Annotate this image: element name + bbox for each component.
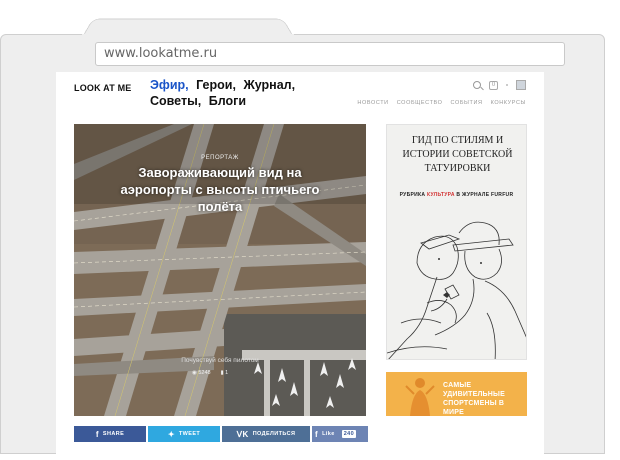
nav-item-blogs[interactable]: Блоги (209, 94, 246, 108)
facebook-icon: f (315, 429, 319, 439)
hero-title[interactable]: Завораживающий вид на аэропорты с высоты… (114, 164, 326, 215)
page-viewport: LOOK AT ME Эфир, Герои, Журнал, Советы, … (56, 72, 544, 454)
vk-share-label: ПОДЕЛИТЬСЯ (252, 431, 296, 437)
facebook-share-button[interactable]: f SHARE (74, 426, 146, 442)
like-count: 240 (341, 430, 357, 438)
nav-item-efir[interactable]: Эфир, (150, 78, 189, 92)
rubric-prefix: РУБРИКА (399, 192, 427, 198)
tab-join (82, 34, 294, 38)
site-logo[interactable]: LOOK AT ME (74, 83, 132, 93)
like-label: Like (322, 431, 335, 437)
sailors-illustration (387, 221, 526, 359)
subnav-item-news[interactable]: НОВОСТИ (357, 100, 388, 106)
header-icons: 0 (473, 80, 526, 90)
twitter-bird-icon: ✦ (167, 429, 175, 439)
sub-nav: НОВОСТИ СООБЩЕСТВО СОБЫТИЯ КОНКУРСЫ (357, 100, 526, 106)
subnav-item-contests[interactable]: КОНКУРСЫ (491, 100, 526, 106)
avatar[interactable] (516, 80, 526, 90)
athletes-line1: САМЫЕ УДИВИТЕЛЬНЫЕ (443, 382, 505, 398)
vk-share-button[interactable]: ᐯK ПОДЕЛИТЬСЯ (222, 426, 310, 442)
facebook-share-label: SHARE (102, 431, 125, 437)
hero-rubric[interactable]: РЕПОРТАЖ (74, 155, 366, 161)
banner-title: ГИД ПО СТИЛЯМ И ИСТОРИИ СОВЕТСКОЙ ТАТУИР… (402, 135, 513, 174)
comments-value: 1 (225, 370, 229, 376)
twitter-tweet-label: TWEET (178, 431, 201, 437)
rubric-suffix: В ЖУРНАЛЕ FURFUR (454, 192, 514, 198)
nav-item-tips[interactable]: Советы, (150, 94, 201, 108)
facebook-icon: f (95, 429, 99, 439)
comments-count[interactable]: ▮ 1 (221, 370, 229, 376)
twitter-tweet-button[interactable]: ✦ TWEET (148, 426, 220, 442)
hero-article[interactable]: РЕПОРТАЖ Завораживающий вид на аэропорты… (74, 124, 366, 416)
views-count: ◉ 5248 (192, 370, 211, 376)
nav-item-journal[interactable]: Журнал, (243, 78, 295, 92)
dot-icon (506, 84, 508, 86)
hero-subtitle: Почувствуй себя пилотом (181, 357, 259, 364)
hero-stats: ◉ 5248 ▮ 1 (192, 370, 228, 376)
views-value: 5248 (198, 370, 211, 376)
address-bar[interactable]: www.lookatme.ru (95, 42, 565, 66)
athletes-banner-text: САМЫЕ УДИВИТЕЛЬНЫЕ СПОРТСМЕНЫ В МИРЕ (443, 381, 527, 416)
notifications-icon[interactable]: 0 (489, 80, 498, 90)
rubric-highlight: КУЛЬТУРА (426, 192, 455, 198)
browser-window: www.lookatme.ru LOOK AT ME Эфир, Герои, … (0, 0, 620, 460)
athletes-banner[interactable]: САМЫЕ УДИВИТЕЛЬНЫЕ СПОРТСМЕНЫ В МИРЕ (386, 372, 527, 416)
athletes-line2: СПОРТСМЕНЫ В МИРЕ (443, 400, 505, 416)
main-nav: Эфир, Герои, Журнал, Советы, Блоги (150, 77, 330, 109)
subnav-item-community[interactable]: СООБЩЕСТВО (397, 100, 443, 106)
subnav-item-events[interactable]: СОБЫТИЯ (451, 100, 483, 106)
facebook-like-button[interactable]: f Like 240 (312, 426, 368, 442)
banner-rubric: РУБРИКА КУЛЬТУРА В ЖУРНАЛЕ FURFUR (387, 192, 526, 198)
nav-item-heroes[interactable]: Герои, (196, 78, 236, 92)
share-bar: f SHARE ✦ TWEET ᐯK ПОДЕЛИТЬСЯ f Like 240 (74, 426, 368, 442)
tattoo-guide-banner[interactable]: ГИД ПО СТИЛЯМ И ИСТОРИИ СОВЕТСКОЙ ТАТУИР… (386, 124, 527, 360)
vk-icon: ᐯK (236, 429, 249, 439)
search-icon[interactable] (473, 81, 481, 89)
athlete-illustration (405, 378, 435, 416)
